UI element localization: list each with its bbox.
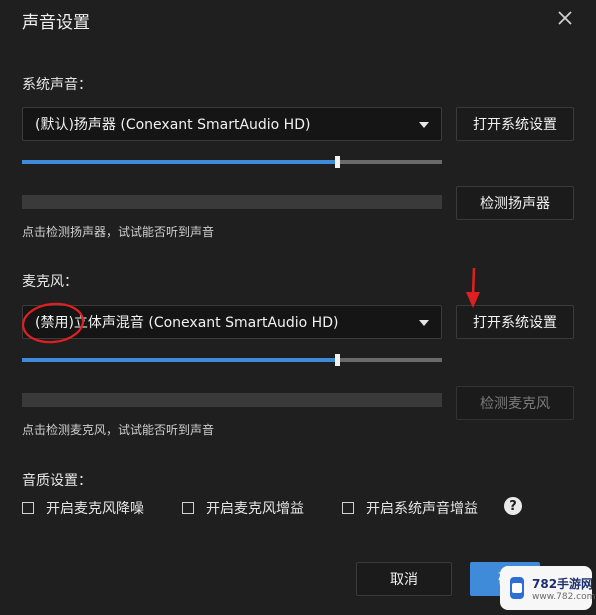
close-icon[interactable] (555, 8, 575, 28)
dialog-title: 声音设置 (22, 13, 90, 33)
watermark-logo-icon (510, 577, 524, 599)
mic-volume-fill (22, 358, 337, 362)
mic-volume-thumb[interactable] (335, 354, 340, 366)
annotation-circle (20, 300, 86, 346)
speaker-section-label: 系统声音： (22, 77, 92, 93)
speaker-select-value: (默认)扬声器 (Conexant SmartAudio HD) (35, 117, 311, 133)
help-icon[interactable]: ? (504, 497, 522, 515)
speaker-level-meter (22, 195, 442, 209)
mic-section-label: 麦克风： (22, 274, 78, 290)
system-gain-option[interactable]: 开启系统声音增益 (342, 498, 478, 518)
annotation-arrow-icon (462, 266, 484, 310)
mic-gain-checkbox[interactable] (182, 502, 194, 514)
system-gain-label: 开启系统声音增益 (366, 501, 478, 517)
noise-reduction-option[interactable]: 开启麦克风降噪 (22, 498, 144, 518)
mic-gain-label: 开启麦克风增益 (206, 501, 304, 517)
speaker-open-settings-button[interactable]: 打开系统设置 (456, 107, 574, 141)
chevron-down-icon (419, 320, 429, 326)
watermark-url: www.782.com (532, 591, 596, 602)
watermark-badge: 782手游网 www.782.com (500, 566, 596, 610)
test-speaker-button[interactable]: 检测扬声器 (456, 186, 574, 220)
noise-reduction-label: 开启麦克风降噪 (46, 501, 144, 517)
cancel-button[interactable]: 取消 (356, 562, 452, 596)
mic-hint: 点击检测麦克风，试试能否听到声音 (22, 423, 215, 437)
watermark-text: 782手游网 (532, 576, 594, 591)
speaker-hint: 点击检测扬声器，试试能否听到声音 (22, 225, 215, 239)
chevron-down-icon (419, 122, 429, 128)
mic-gain-option[interactable]: 开启麦克风增益 (182, 498, 304, 518)
speaker-volume-thumb[interactable] (335, 156, 340, 168)
mic-volume-slider[interactable] (22, 354, 442, 366)
speaker-select[interactable]: (默认)扬声器 (Conexant SmartAudio HD) (22, 107, 442, 141)
system-gain-checkbox[interactable] (342, 502, 354, 514)
noise-reduction-checkbox[interactable] (22, 502, 34, 514)
test-mic-button[interactable]: 检测麦克风 (456, 386, 574, 420)
mic-level-meter (22, 393, 442, 407)
mic-open-settings-button[interactable]: 打开系统设置 (456, 305, 574, 339)
speaker-volume-fill (22, 160, 337, 164)
quality-section-label: 音质设置： (22, 473, 92, 489)
speaker-volume-slider[interactable] (22, 156, 442, 168)
